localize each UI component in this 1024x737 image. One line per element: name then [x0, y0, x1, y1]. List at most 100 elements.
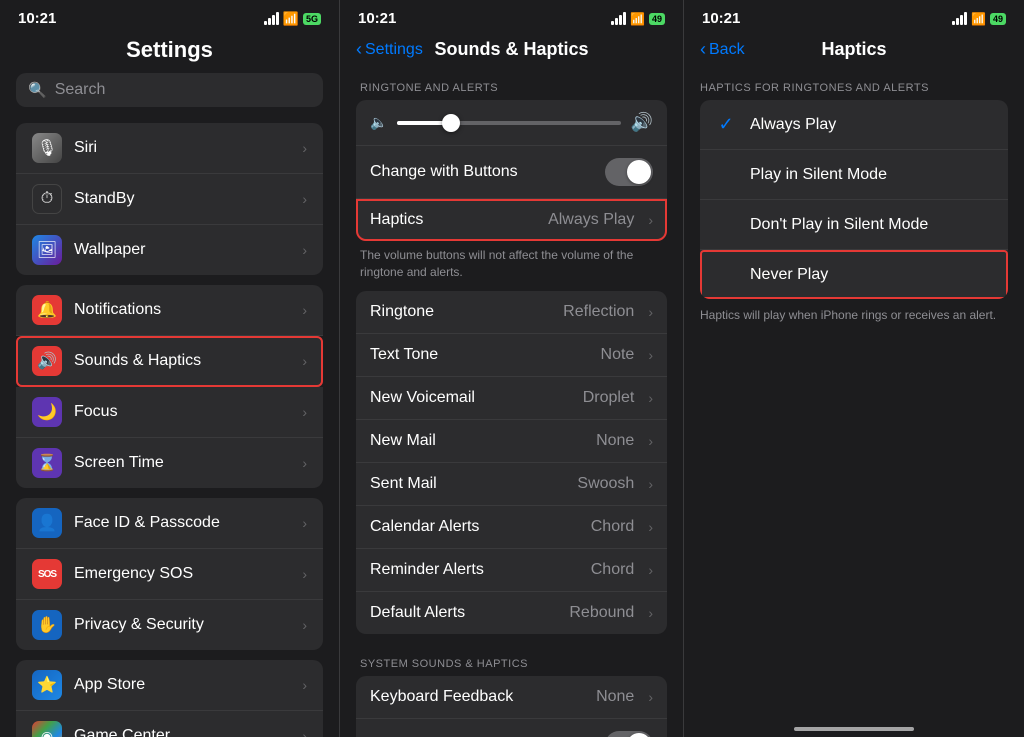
sidebar-item-gamecenter[interactable]: ◉ Game Center ›	[16, 711, 323, 737]
battery-badge-1: 5G	[303, 13, 321, 25]
lock-sound-toggle[interactable]	[605, 731, 653, 737]
keyboard-feedback-chevron: ›	[648, 689, 653, 705]
volume-note: The volume buttons will not affect the v…	[356, 241, 667, 291]
haptics-row[interactable]: Haptics Always Play ›	[356, 199, 667, 241]
ringtone-value: Reflection	[563, 303, 634, 321]
faceid-icon: 👤	[32, 508, 62, 538]
standby-label: StandBy	[74, 190, 290, 208]
always-play-check-icon: ✓	[716, 114, 736, 135]
texttone-row[interactable]: Text Tone Note ›	[356, 334, 667, 377]
focus-icon: 🌙	[32, 397, 62, 427]
haptics-spacer	[684, 324, 1024, 717]
ringtone-section-header: RINGTONE AND ALERTS	[356, 68, 667, 100]
sidebar-item-faceid[interactable]: 👤 Face ID & Passcode ›	[16, 498, 323, 549]
ringtone-row[interactable]: Ringtone Reflection ›	[356, 291, 667, 334]
signal-bar-3	[272, 15, 275, 25]
voicemail-value: Droplet	[583, 389, 635, 407]
defaultalerts-chevron: ›	[648, 605, 653, 621]
calendar-row[interactable]: Calendar Alerts Chord ›	[356, 506, 667, 549]
sidebar-item-standby[interactable]: ⏱ StandBy ›	[16, 174, 323, 225]
haptics-option-dont-play-silent[interactable]: ✓ Don't Play in Silent Mode	[700, 200, 1008, 250]
sidebar-item-screentime[interactable]: ⌛ Screen Time ›	[16, 438, 323, 488]
haptics-back-button[interactable]: ‹ Back	[700, 39, 745, 60]
status-bar-2: 10:21 📶 49	[340, 0, 683, 31]
notifications-chevron: ›	[302, 302, 307, 318]
reminder-value: Chord	[591, 561, 635, 579]
newmail-value: None	[596, 432, 634, 450]
status-icons-2: 📶 49	[611, 12, 665, 26]
system-section-header: SYSTEM SOUNDS & HAPTICS	[356, 644, 667, 676]
appstore-chevron: ›	[302, 677, 307, 693]
always-play-label: Always Play	[750, 116, 992, 134]
status-time-2: 10:21	[358, 10, 396, 27]
texttone-value: Note	[601, 346, 635, 364]
sentmail-label: Sent Mail	[370, 475, 567, 493]
wifi-icon-2: 📶	[630, 12, 645, 26]
signal-bars-2	[611, 12, 626, 25]
haptics-option-play-silent[interactable]: ✓ Play in Silent Mode	[700, 150, 1008, 200]
sos-label: Emergency SOS	[74, 565, 290, 583]
sounds-icon: 🔊	[32, 346, 62, 376]
volume-low-icon: 🔈	[370, 114, 387, 131]
siri-chevron: ›	[302, 140, 307, 156]
settings-panel: 10:21 📶 5G Settings 🔍 Search 🎙 Siri › ⏱ …	[0, 0, 340, 737]
signal-bars-3	[952, 12, 967, 25]
haptics-option-never-play[interactable]: ✓ Never Play	[700, 250, 1008, 299]
sidebar-item-wallpaper[interactable]: 🖼 Wallpaper ›	[16, 225, 323, 275]
signal-bars-1	[264, 12, 279, 25]
signal-bar-4	[276, 12, 279, 25]
sidebar-item-focus[interactable]: 🌙 Focus ›	[16, 387, 323, 438]
haptics-options-list: ✓ Always Play ✓ Play in Silent Mode ✓ Do…	[700, 100, 1008, 299]
sounds-title: Sounds & Haptics	[434, 39, 588, 60]
sounds-nav-bar: ‹ Settings Sounds & Haptics	[340, 31, 683, 68]
texttone-chevron: ›	[648, 347, 653, 363]
s3-bar-3	[960, 15, 963, 25]
newmail-row[interactable]: New Mail None ›	[356, 420, 667, 463]
home-indicator-3	[794, 727, 914, 731]
change-with-buttons-toggle[interactable]	[605, 158, 653, 186]
sounds-chevron: ›	[302, 353, 307, 369]
sounds-content: RINGTONE AND ALERTS 🔈 🔊 Change with Butt…	[340, 68, 683, 737]
sidebar-item-notifications[interactable]: 🔔 Notifications ›	[16, 285, 323, 336]
ringtone-chevron: ›	[648, 304, 653, 320]
gamecenter-icon: ◉	[32, 721, 62, 737]
sidebar-item-siri[interactable]: 🎙 Siri ›	[16, 123, 323, 174]
sidebar-item-sos[interactable]: SOS Emergency SOS ›	[16, 549, 323, 600]
keyboard-feedback-row[interactable]: Keyboard Feedback None ›	[356, 676, 667, 719]
defaultalerts-row[interactable]: Default Alerts Rebound ›	[356, 592, 667, 634]
dont-play-silent-check-icon: ✓	[716, 214, 736, 235]
volume-row[interactable]: 🔈 🔊	[356, 100, 667, 146]
newmail-chevron: ›	[648, 433, 653, 449]
s3-bar-4	[964, 12, 967, 25]
voicemail-row[interactable]: New Voicemail Droplet ›	[356, 377, 667, 420]
wallpaper-chevron: ›	[302, 242, 307, 258]
status-time-3: 10:21	[702, 10, 740, 27]
faceid-label: Face ID & Passcode	[74, 514, 290, 532]
wifi-icon-3: 📶	[971, 12, 986, 26]
lock-sound-row[interactable]: Lock Sound	[356, 719, 667, 737]
change-with-buttons-row[interactable]: Change with Buttons	[356, 146, 667, 199]
defaultalerts-label: Default Alerts	[370, 604, 559, 622]
focus-chevron: ›	[302, 404, 307, 420]
voicemail-chevron: ›	[648, 390, 653, 406]
privacy-chevron: ›	[302, 617, 307, 633]
defaultalerts-value: Rebound	[569, 604, 634, 622]
search-bar[interactable]: 🔍 Search	[16, 73, 323, 107]
sidebar-item-sounds[interactable]: 🔊 Sounds & Haptics ›	[16, 336, 323, 387]
calendar-chevron: ›	[648, 519, 653, 535]
volume-thumb	[442, 114, 460, 132]
sidebar-item-privacy[interactable]: ✋ Privacy & Security ›	[16, 600, 323, 650]
sentmail-row[interactable]: Sent Mail Swoosh ›	[356, 463, 667, 506]
standby-icon: ⏱	[32, 184, 62, 214]
haptics-option-always-play[interactable]: ✓ Always Play	[700, 100, 1008, 150]
sidebar-item-appstore[interactable]: ⭐ App Store ›	[16, 660, 323, 711]
privacy-icon: ✋	[32, 610, 62, 640]
reminder-chevron: ›	[648, 562, 653, 578]
settings-group-2: 🔔 Notifications › 🔊 Sounds & Haptics › 🌙…	[16, 285, 323, 488]
haptics-row-value: Always Play	[548, 211, 634, 229]
sounds-back-button[interactable]: ‹ Settings	[356, 39, 423, 60]
notifications-icon: 🔔	[32, 295, 62, 325]
volume-slider[interactable]	[397, 121, 620, 125]
reminder-row[interactable]: Reminder Alerts Chord ›	[356, 549, 667, 592]
haptics-row-chevron: ›	[648, 212, 653, 228]
